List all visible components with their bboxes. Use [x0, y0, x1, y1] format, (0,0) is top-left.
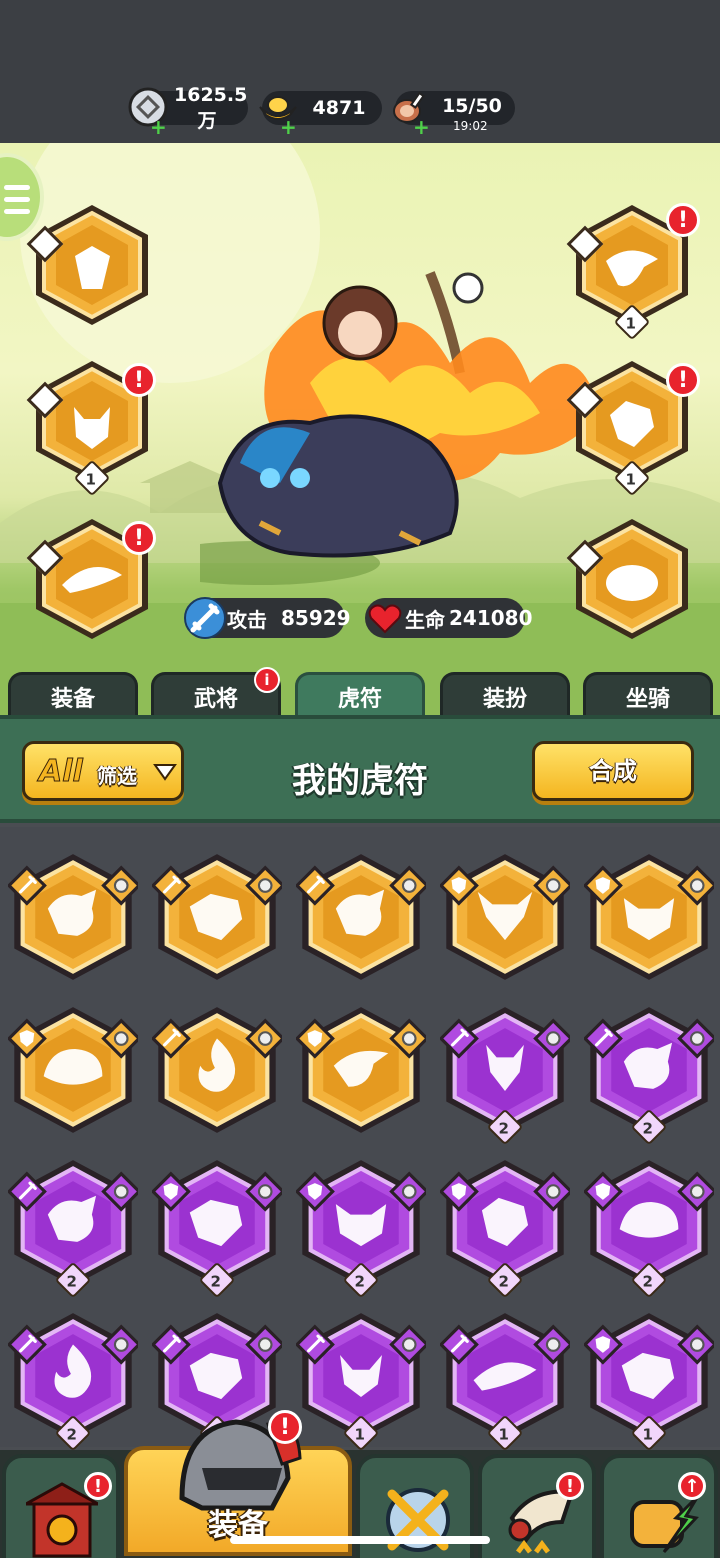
tab-bar: 装备 武将 i 虎符 装扮 坐骑 [0, 667, 720, 720]
tab-generals-label: 武将 [193, 687, 238, 712]
stamina-counter[interactable]: + 15/50 19:02 [393, 91, 515, 137]
alert-badge: ! [268, 1410, 302, 1444]
tally-card[interactable]: 2 [8, 1308, 138, 1452]
tally-card[interactable]: 2 [584, 1155, 714, 1299]
alert-badge: ! [122, 521, 156, 555]
alert-badge: ! [666, 203, 700, 237]
crossed-swords-icon [386, 1488, 450, 1552]
dropdown-arrow-icon [153, 764, 177, 781]
panel-header: All 筛选 我的虎符 合成 [0, 715, 720, 823]
stamina-timer: 19:02 [453, 119, 488, 133]
tally-card[interactable]: 2 [8, 1155, 138, 1299]
alert-badge: ! [666, 363, 700, 397]
nav-upgrade[interactable]: ↑ [600, 1454, 718, 1558]
info-badge: i [254, 667, 280, 693]
nav-gate[interactable]: ! [2, 1454, 120, 1558]
heart-icon [368, 604, 402, 634]
page-title: 我的虎符 [292, 761, 428, 801]
silver-counter[interactable]: + 1625.5万 [128, 84, 248, 137]
sword-icon [184, 597, 226, 639]
alert-badge: ! [84, 1472, 112, 1500]
equipped-slot-right-1[interactable]: ! 1 [566, 201, 700, 341]
tally-card[interactable] [584, 849, 714, 985]
add-stamina-icon[interactable]: + [413, 117, 430, 137]
stamina-value: 15/50 [442, 95, 502, 117]
tally-card[interactable]: 2 [440, 1155, 570, 1299]
tab-mount[interactable]: 坐骑 [583, 672, 713, 720]
silver-value: 1625.5万 [174, 83, 248, 132]
equipped-slot-left-1[interactable] [26, 201, 154, 329]
tally-card[interactable]: 2 [296, 1155, 426, 1299]
tally-card[interactable]: 1 [296, 1308, 426, 1452]
hero-scene: ! 1 ! ! 1 ! 1 [0, 143, 720, 715]
tally-inventory-grid: 222222221111 [0, 827, 720, 1452]
tally-card[interactable]: 2 [152, 1155, 282, 1299]
hp-label: 生命 [405, 607, 445, 632]
attack-value: 85929 [281, 606, 351, 630]
tally-card[interactable]: 1 [584, 1308, 714, 1452]
home-indicator[interactable] [230, 1536, 490, 1544]
tally-card[interactable]: 2 [584, 1002, 714, 1146]
tally-card[interactable] [296, 849, 426, 985]
nav-horn[interactable]: ! [478, 1454, 596, 1558]
hero-on-mount-illustration [200, 271, 600, 585]
equipped-slot-right-3[interactable] [566, 515, 694, 643]
tab-tiger-tally[interactable]: 虎符 [295, 672, 425, 720]
attack-stat: 攻击 85929 [184, 597, 351, 639]
alert-badge: ↑ [678, 1472, 706, 1500]
attack-label: 攻击 [227, 607, 267, 632]
equipped-slot-right-2[interactable]: ! 1 [566, 357, 700, 497]
filter-all-label: All [39, 754, 84, 790]
alert-badge: ! [122, 363, 156, 397]
gold-counter[interactable]: + 4871 [259, 91, 382, 137]
hp-stat: 生命 241080 [365, 598, 533, 638]
add-silver-icon[interactable]: + [150, 117, 167, 137]
filter-label: 筛选 [97, 764, 137, 788]
tally-card[interactable] [8, 1002, 138, 1138]
equipped-slot-left-2[interactable]: ! 1 [26, 357, 156, 497]
tally-card[interactable]: 2 [440, 1002, 570, 1146]
combine-button[interactable]: 合成 [532, 741, 694, 801]
resource-bar: + 1625.5万 + 4871 + 15/50 19:02 [0, 0, 720, 143]
tally-card[interactable] [152, 1002, 282, 1138]
equipped-slot-left-3[interactable]: ! [26, 515, 156, 643]
add-gold-icon[interactable]: + [280, 117, 297, 137]
tab-equipment[interactable]: 装备 [8, 672, 138, 720]
gold-value: 4871 [312, 97, 366, 119]
tally-card[interactable] [8, 849, 138, 985]
tally-card[interactable] [152, 849, 282, 985]
tally-card[interactable] [440, 849, 570, 985]
game-screen: + 1625.5万 + 4871 + 15/50 19:02 ! 1 ! ! 1… [0, 0, 720, 1558]
filter-button[interactable]: All 筛选 [22, 741, 184, 801]
hp-value: 241080 [449, 606, 533, 630]
tally-card[interactable]: 1 [440, 1308, 570, 1452]
tab-outfit[interactable]: 装扮 [440, 672, 570, 720]
tab-generals[interactable]: 武将 i [151, 667, 281, 720]
tally-card[interactable] [296, 1002, 426, 1138]
alert-badge: ! [556, 1472, 584, 1500]
